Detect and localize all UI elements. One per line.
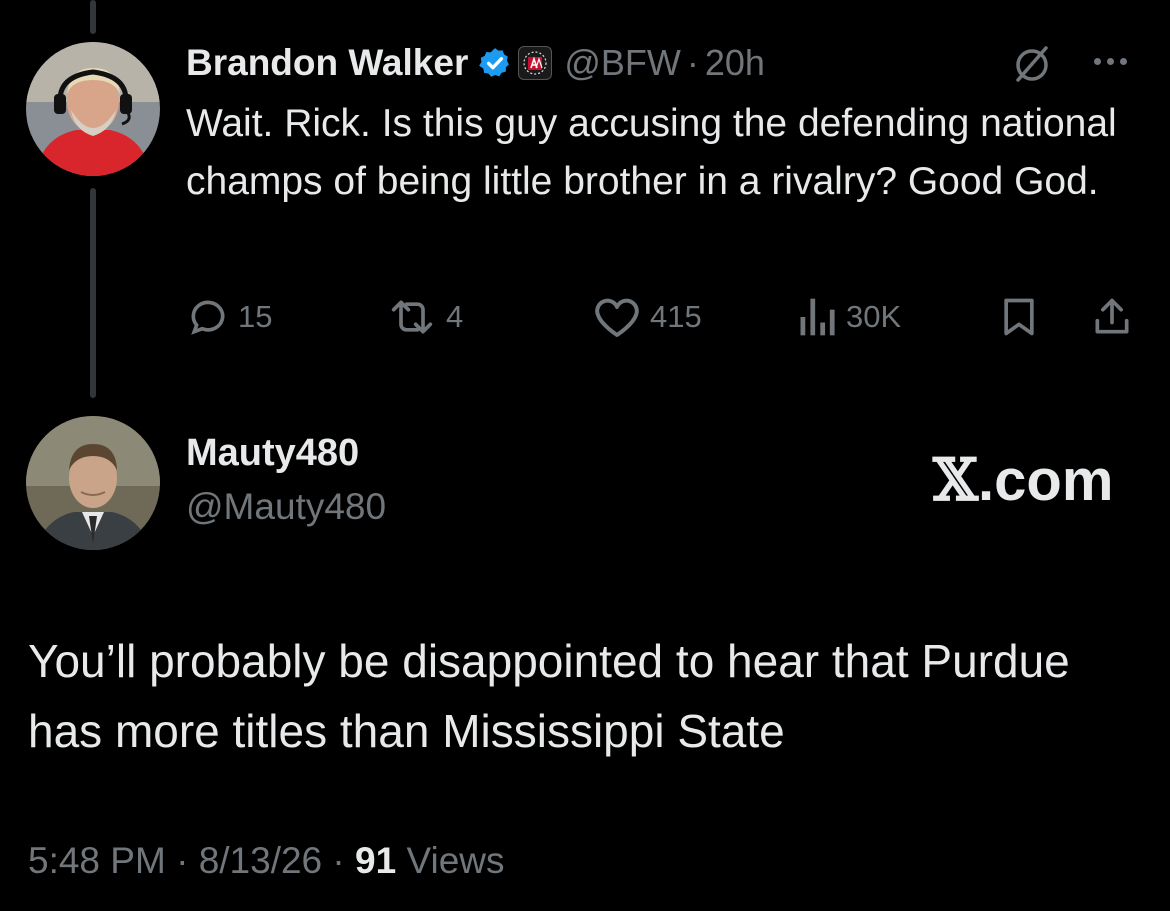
- reply-button[interactable]: 15: [186, 292, 272, 342]
- tweet-header: Brandon Walker @BFW · 20h: [186, 38, 765, 88]
- separator-dot: ·: [176, 840, 189, 881]
- views-number: 91: [355, 840, 397, 881]
- verified-badge-icon[interactable]: [478, 46, 512, 80]
- share-button[interactable]: [1090, 292, 1134, 342]
- avatar-mauty[interactable]: [26, 416, 160, 550]
- post-time[interactable]: 5:48 PM: [28, 840, 166, 881]
- views-label: Views: [406, 840, 505, 881]
- tweet-actions: 15 4 415 30K: [0, 292, 1170, 342]
- bookmark-icon: [1004, 298, 1034, 336]
- views-count: 30K: [846, 299, 902, 334]
- xcom-domain: .com: [978, 448, 1114, 513]
- xcom-watermark: 𝕏.com: [933, 446, 1113, 514]
- barstool-affiliate-icon[interactable]: [518, 46, 553, 80]
- bookmark-button[interactable]: [998, 292, 1040, 342]
- separator-dot: ·: [686, 42, 699, 83]
- reply-display-name[interactable]: Mauty480: [186, 432, 359, 475]
- post-date[interactable]: 8/13/26: [199, 840, 322, 881]
- views-button[interactable]: 30K: [796, 292, 901, 342]
- thread-line-top: [90, 0, 96, 34]
- reply-count: 15: [238, 299, 273, 334]
- like-button[interactable]: 415: [592, 292, 702, 342]
- reply-icon: [191, 300, 225, 335]
- like-count: 415: [650, 299, 702, 334]
- tweet-meta: 5:48 PM · 8/13/26 · 91 Views: [28, 840, 505, 882]
- reply-handle[interactable]: @Mauty480: [186, 486, 386, 528]
- repost-count: 4: [446, 299, 464, 334]
- grok-icon[interactable]: [1012, 44, 1052, 89]
- reply-text: You’ll probably be disappointed to hear …: [28, 635, 1070, 757]
- tweet-text: Wait. Rick. Is this guy accusing the def…: [186, 102, 1117, 203]
- more-icon[interactable]: [1094, 58, 1127, 65]
- analytics-icon: [800, 298, 835, 336]
- heart-icon: [595, 298, 639, 337]
- x-logo-icon: 𝕏: [933, 446, 979, 514]
- display-name[interactable]: Brandon Walker: [186, 42, 468, 84]
- repost-button[interactable]: 4: [386, 292, 463, 342]
- handle[interactable]: @BFW: [564, 42, 681, 84]
- separator-dot: ·: [332, 840, 345, 881]
- repost-icon: [391, 300, 433, 334]
- timestamp[interactable]: 20h: [705, 42, 765, 84]
- share-icon: [1095, 298, 1129, 334]
- avatar-brandon[interactable]: [26, 42, 160, 176]
